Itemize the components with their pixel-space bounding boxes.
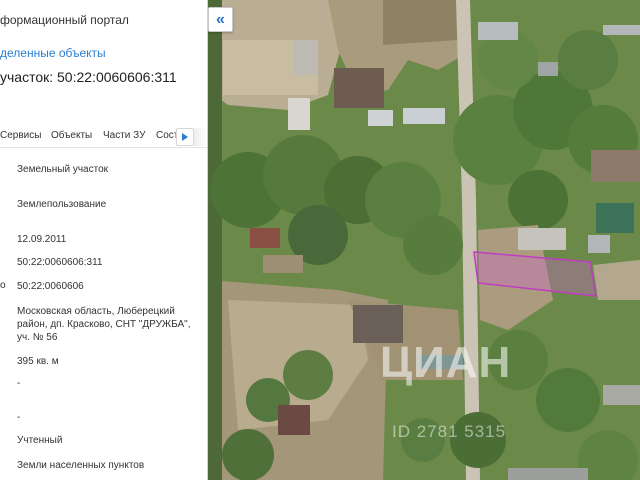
- tab-services[interactable]: Сервисы: [0, 130, 41, 141]
- row-label-fragment: о: [0, 280, 6, 291]
- status-value: Учтенный: [17, 435, 63, 446]
- address-value: Московская область, Люберецкий район, дп…: [17, 306, 191, 343]
- parcel-heading: участок: 50:22:0060606:311: [0, 69, 177, 85]
- tab-objects[interactable]: Объекты: [51, 130, 92, 141]
- portal-title: формационный портал: [0, 13, 129, 27]
- area-value: 395 кв. м: [17, 356, 59, 367]
- tab-parcel-parts[interactable]: Части ЗУ: [103, 130, 145, 141]
- registration-date-value: 12.09.2011: [17, 234, 67, 245]
- satellite-imagery: [208, 0, 640, 480]
- selected-objects-link[interactable]: деленные объекты: [0, 46, 106, 60]
- tab-overflow-shade: [194, 128, 207, 146]
- satellite-map[interactable]: ЦИАН ID 2781 5315 «: [208, 0, 640, 480]
- chevron-right-icon: [182, 133, 188, 141]
- object-kind-value: Землепользование: [17, 199, 107, 210]
- cadastral-quarter-value: 50:22:0060606: [17, 281, 84, 292]
- collapse-panel-button[interactable]: «: [208, 7, 233, 32]
- double-chevron-left-icon: «: [216, 10, 225, 28]
- land-category-value: Земли населенных пунктов: [17, 460, 145, 471]
- cadastral-number-value: 50:22:0060606:311: [17, 257, 103, 268]
- cost-value: -: [17, 378, 21, 389]
- object-type-value: Земельный участок: [17, 164, 109, 175]
- info-panel: формационный портал деленные объекты уча…: [0, 0, 207, 480]
- ownership-value: -: [17, 412, 21, 423]
- tab-scroll-right-button[interactable]: [176, 128, 194, 146]
